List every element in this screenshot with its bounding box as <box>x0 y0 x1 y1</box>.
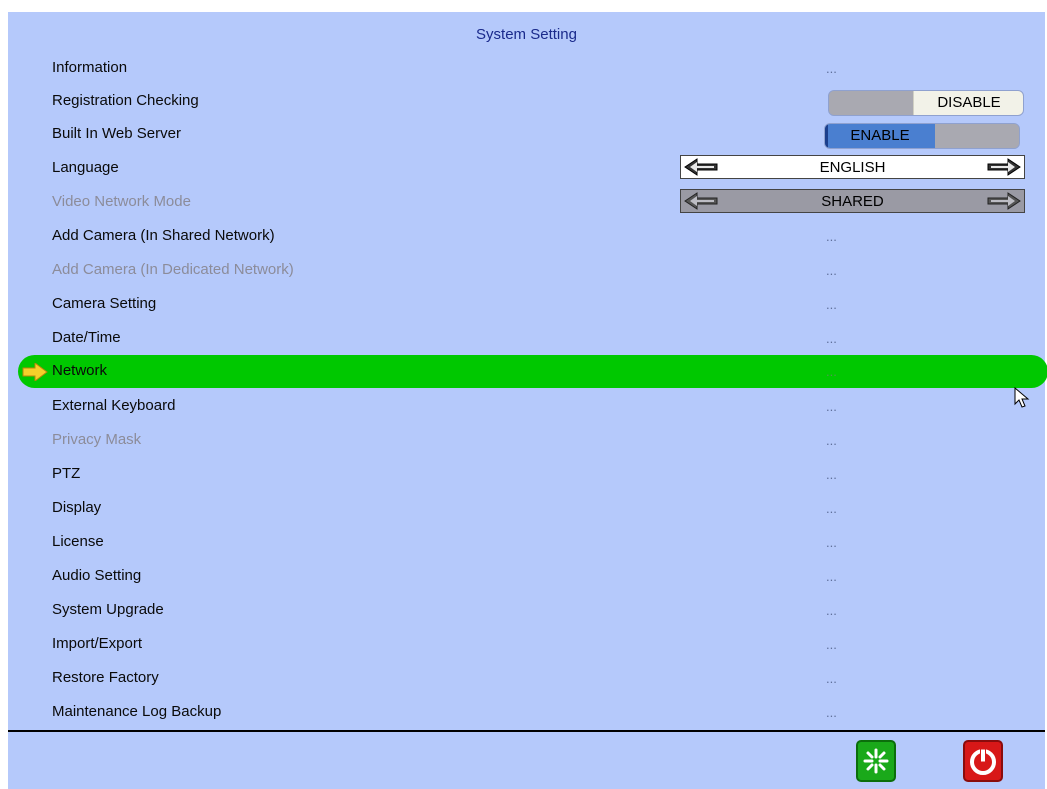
row-label: Restore Factory <box>52 669 159 686</box>
row-value: ... <box>826 671 837 686</box>
row-value: ... <box>826 535 837 550</box>
row-registration-checking: Registration Checking DISABLE <box>8 85 1045 118</box>
arrow-left-icon[interactable] <box>684 158 718 176</box>
row-label: Add Camera (In Dedicated Network) <box>52 261 294 278</box>
row-privacy-mask: Privacy Mask ... <box>8 424 1045 457</box>
row-label: PTZ <box>52 465 81 482</box>
system-setting-panel: System Setting Information ... Registrat… <box>8 12 1047 789</box>
toggle-off-area <box>829 91 913 115</box>
row-label: System Upgrade <box>52 601 164 618</box>
page-title: System Setting <box>476 26 577 43</box>
row-value: ... <box>826 637 837 652</box>
row-value: ... <box>826 61 837 76</box>
toggle-off-area <box>935 124 1019 148</box>
row-license[interactable]: License ... <box>8 526 1045 559</box>
row-label: Display <box>52 499 102 516</box>
row-label: Language <box>52 159 119 176</box>
row-label: Audio Setting <box>52 567 142 584</box>
row-value: ... <box>826 501 837 516</box>
web-server-toggle[interactable]: ENABLE <box>824 123 1020 149</box>
row-label: Information <box>52 59 128 76</box>
row-built-in-web-server: Built In Web Server ENABLE <box>8 118 1045 151</box>
video-network-mode-value: SHARED <box>821 193 884 210</box>
row-label: External Keyboard <box>52 397 176 414</box>
row-value: ... <box>826 603 837 618</box>
row-information[interactable]: Information ... <box>8 52 1045 85</box>
apply-sparkle-icon <box>863 748 889 774</box>
row-label: Network <box>52 362 108 379</box>
row-value: ... <box>826 364 837 379</box>
row-label: Add Camera (In Shared Network) <box>52 227 275 244</box>
toggle-state-label: ENABLE <box>825 124 935 148</box>
row-language: Language ENGLISH <box>8 152 1045 185</box>
row-value: ... <box>826 705 837 720</box>
power-icon <box>970 748 996 775</box>
row-add-camera-shared[interactable]: Add Camera (In Shared Network) ... <box>8 220 1045 253</box>
registration-checking-toggle[interactable]: DISABLE <box>828 90 1024 116</box>
mouse-cursor-icon <box>1014 387 1030 408</box>
language-selector[interactable]: ENGLISH <box>680 155 1025 179</box>
language-value: ENGLISH <box>819 159 886 176</box>
row-camera-setting[interactable]: Camera Setting ... <box>8 288 1045 321</box>
row-label: Camera Setting <box>52 295 157 312</box>
row-import-export[interactable]: Import/Export ... <box>8 628 1045 661</box>
row-external-keyboard[interactable]: External Keyboard ... <box>8 390 1045 423</box>
row-video-network-mode: Video Network Mode SHARED <box>8 186 1045 219</box>
row-value: ... <box>826 297 837 312</box>
row-system-upgrade[interactable]: System Upgrade ... <box>8 594 1045 627</box>
row-label: Privacy Mask <box>52 431 142 448</box>
row-label: Video Network Mode <box>52 193 191 210</box>
row-value: ... <box>826 399 837 414</box>
row-label: Registration Checking <box>52 92 199 109</box>
row-value: ... <box>826 433 837 448</box>
row-network[interactable]: Network ... <box>18 355 1047 388</box>
row-value: ... <box>826 569 837 584</box>
row-maintenance-log-backup[interactable]: Maintenance Log Backup ... <box>8 696 1045 729</box>
row-ptz[interactable]: PTZ ... <box>8 458 1045 491</box>
row-label: Date/Time <box>52 329 121 346</box>
apply-button[interactable] <box>856 740 896 782</box>
arrow-left-icon <box>684 192 718 210</box>
row-value: ... <box>826 467 837 482</box>
row-label: Maintenance Log Backup <box>52 703 222 720</box>
row-label: Built In Web Server <box>52 125 181 142</box>
footer-divider <box>8 730 1045 732</box>
row-date-time[interactable]: Date/Time ... <box>8 322 1045 355</box>
row-value: ... <box>826 263 837 278</box>
selection-arrow-icon <box>22 363 48 381</box>
row-audio-setting[interactable]: Audio Setting ... <box>8 560 1045 593</box>
row-value: ... <box>826 229 837 244</box>
row-label: License <box>52 533 104 550</box>
row-label: Import/Export <box>52 635 143 652</box>
arrow-right-icon <box>987 192 1021 210</box>
arrow-right-icon[interactable] <box>987 158 1021 176</box>
exit-button[interactable] <box>963 740 1003 782</box>
row-add-camera-dedicated: Add Camera (In Dedicated Network) ... <box>8 254 1045 287</box>
row-display[interactable]: Display ... <box>8 492 1045 525</box>
row-value: ... <box>826 331 837 346</box>
row-restore-factory[interactable]: Restore Factory ... <box>8 662 1045 695</box>
video-network-mode-selector: SHARED <box>680 189 1025 213</box>
toggle-state-label: DISABLE <box>913 91 1023 115</box>
